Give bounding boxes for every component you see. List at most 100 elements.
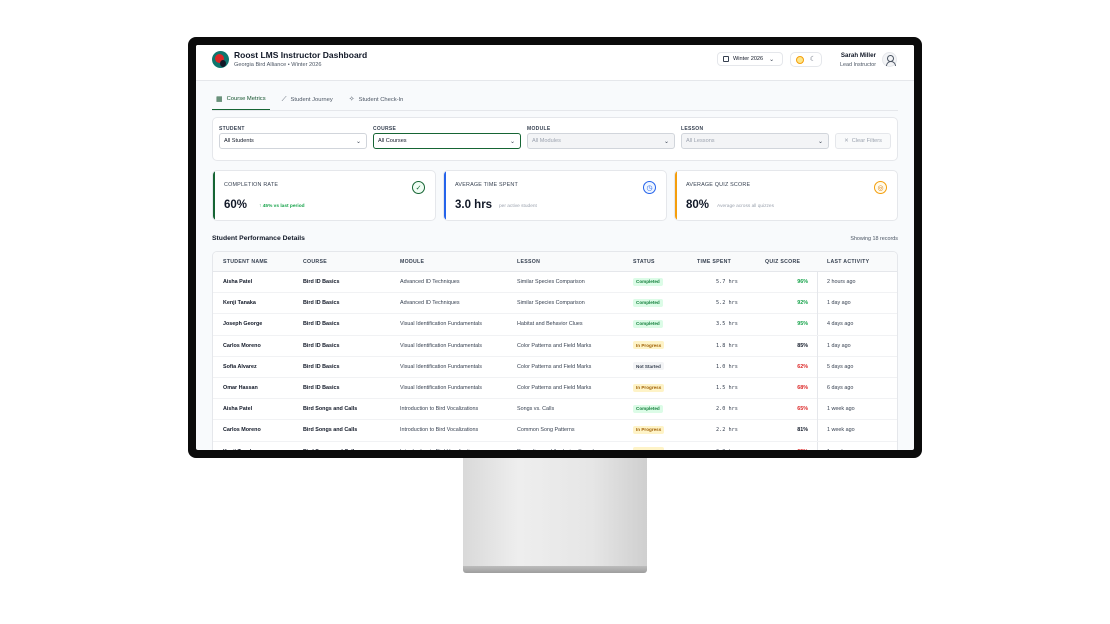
time-spent-cell: 2.2 hrs — [716, 427, 738, 434]
lesson-filter-select[interactable]: All Lessons ⌄ — [681, 133, 829, 149]
column-header[interactable]: MODULE — [400, 259, 424, 265]
chevron-down-icon: ⌄ — [509, 138, 515, 145]
lesson-cell: Color Patterns and Field Marks — [517, 385, 592, 391]
lesson-filter-label: LESSON — [681, 126, 704, 132]
table-header: STUDENT NAME COURSE MODULE LESSON STATUS… — [213, 252, 897, 272]
chevron-down-icon: ⌄ — [355, 138, 361, 145]
column-header[interactable]: STATUS — [633, 259, 655, 265]
tab-student-journey[interactable]: ⟋ Student Journey — [278, 89, 337, 110]
course-filter-select[interactable]: All Courses ⌄ — [373, 133, 521, 149]
time-spent-cell: 1.8 hrs — [716, 342, 738, 349]
column-header[interactable]: STUDENT NAME — [223, 259, 268, 265]
column-header[interactable]: QUIZ SCORE — [765, 259, 800, 265]
status-badge: Completed — [633, 319, 663, 328]
column-divider — [817, 378, 818, 399]
lesson-cell: Similar Species Comparison — [517, 279, 585, 285]
column-header[interactable]: TIME SPENT — [697, 259, 731, 265]
average-time-card: AVERAGE TIME SPENT 3.0 hrs per active st… — [443, 170, 667, 221]
chart-line-icon: ⟋ — [281, 96, 287, 103]
lesson-cell: Color Patterns and Field Marks — [517, 342, 592, 349]
module-cell: Visual Identification Fundamentals — [400, 342, 483, 349]
table-title: Student Performance Details — [212, 235, 305, 242]
student-filter-value: All Students — [224, 138, 254, 144]
quiz-score-cell: 65% — [768, 449, 808, 450]
table-row[interactable]: Aisha Patel Bird ID Basics Advanced ID Tec… — [213, 272, 897, 294]
time-spent-cell: 3.5 hrs — [716, 321, 738, 328]
course-cell: Bird Songs and Calls — [303, 427, 358, 434]
term-label: Winter 2026 — [733, 56, 764, 62]
module-filter-label: MODULE — [527, 126, 551, 132]
close-icon: ✕ — [844, 138, 849, 144]
completion-rate-card: COMPLETION RATE 60% ↑ 45% vs last period… — [212, 170, 436, 221]
clock-icon: ◷ — [643, 181, 656, 194]
tab-course-metrics[interactable]: ▦ Course Metrics — [212, 89, 270, 110]
last-activity-cell: 1 day ago — [827, 342, 851, 349]
table-row[interactable]: Carlos Moreno Bird ID Basics Visual Identi… — [213, 335, 897, 357]
last-activity-cell: 1 week ago — [827, 427, 855, 434]
lesson-cell: Common Song Patterns — [517, 427, 575, 434]
student-performance-table: STUDENT NAME COURSE MODULE LESSON STATUS… — [212, 251, 898, 450]
module-cell: Introduction to Bird Vocalizations — [400, 449, 478, 450]
course-cell: Bird Songs and Calls — [303, 449, 357, 450]
table-row[interactable]: Sofia Alvarez Bird ID Basics Visual Identi… — [213, 356, 897, 378]
lesson-filter-value: All Lessons — [686, 138, 715, 144]
monitor-bezel: Roost LMS Instructor Dashboard Georgia B… — [188, 37, 922, 458]
course-cell: Bird ID Basics — [303, 279, 340, 285]
quiz-score-cell: 62% — [797, 363, 808, 370]
student-name-cell: Sofia Alvarez — [223, 363, 257, 370]
student-name-cell: Kenji Tanaka — [223, 300, 256, 307]
status-badge: Completed — [633, 404, 663, 413]
table-row[interactable]: Carlos Moreno Bird Songs and Calls Introdu… — [213, 420, 897, 442]
last-activity-cell: 1 day ago — [827, 300, 851, 307]
column-divider — [817, 441, 818, 450]
user-role: Lead Instructor — [840, 62, 876, 68]
tab-label: Course Metrics — [226, 96, 266, 102]
student-filter-label: STUDENT — [219, 126, 245, 132]
lesson-cell: Color Patterns and Field Marks — [517, 363, 592, 370]
last-activity-cell: 1 week ago — [827, 406, 855, 413]
term-selector[interactable]: Winter 2026 ⌄ — [717, 52, 783, 66]
lesson-cell: Recording and Analyzing Sounds — [517, 449, 596, 450]
status-badge: In Progress — [633, 425, 665, 434]
clear-filters-label: Clear Filters — [851, 138, 882, 144]
table-row[interactable]: Omar Hassan Bird ID Basics Visual Identifi… — [213, 378, 897, 400]
desktop-stage: Roost LMS Instructor Dashboard Georgia B… — [0, 0, 1110, 624]
table-row[interactable]: Joseph George Bird ID Basics Visual Identi… — [213, 314, 897, 336]
tab-student-check-in[interactable]: ✧ Student Check-In — [345, 89, 408, 110]
course-cell: Bird ID Basics — [303, 363, 340, 370]
course-filter-value: All Courses — [378, 138, 407, 144]
lesson-cell: Songs vs. Calls — [517, 406, 555, 413]
column-header[interactable]: LESSON — [517, 259, 540, 265]
record-count: Showing 18 records — [850, 236, 898, 242]
average-time-value: 3.0 hrs — [455, 199, 493, 211]
student-filter-select[interactable]: All Students ⌄ — [219, 133, 367, 149]
average-quiz-sub: Average across all quizzes — [717, 204, 774, 209]
column-header[interactable]: LAST ACTIVITY — [827, 259, 869, 265]
time-spent-cell: 5.2 hrs — [716, 300, 738, 307]
average-quiz-label: AVERAGE QUIZ SCORE — [686, 182, 751, 188]
course-cell: Bird ID Basics — [303, 300, 340, 307]
quiz-score-cell: 92% — [797, 300, 808, 307]
module-cell: Visual Identification Fundamentals — [400, 321, 483, 328]
module-cell: Introduction to Bird Vocalizations — [400, 406, 479, 413]
roost-logo-icon — [212, 51, 229, 68]
card-accent — [213, 171, 215, 220]
table-row[interactable]: Kenji Tanaka Bird Songs and Calls Introduc… — [213, 441, 897, 450]
completion-rate-value: 60% — [224, 199, 248, 211]
student-name-cell: Aisha Patel — [223, 279, 253, 285]
column-header[interactable]: COURSE — [303, 259, 327, 265]
table-row[interactable]: Aisha Patel Bird Songs and Calls Introduct… — [213, 399, 897, 421]
module-filter-select[interactable]: All Modules ⌄ — [527, 133, 675, 149]
calendar-icon — [723, 56, 729, 62]
user-avatar-icon[interactable] — [882, 52, 897, 67]
sparkles-icon: ✧ — [348, 96, 355, 103]
completion-rate-label: COMPLETION RATE — [224, 182, 279, 188]
table-row[interactable]: Kenji Tanaka Bird ID Basics Advanced ID Te… — [213, 293, 897, 315]
clear-filters-button[interactable]: ✕ Clear Filters — [835, 133, 891, 149]
app-header: Roost LMS Instructor Dashboard Georgia B… — [196, 45, 914, 81]
app-title: Roost LMS Instructor Dashboard — [234, 50, 368, 60]
completion-rate-trend: ↑ 45% vs last period — [259, 204, 305, 209]
user-name: Sarah Miller — [840, 52, 876, 59]
quiz-score-cell: 81% — [797, 427, 808, 434]
student-name-cell: Joseph George — [223, 321, 263, 328]
